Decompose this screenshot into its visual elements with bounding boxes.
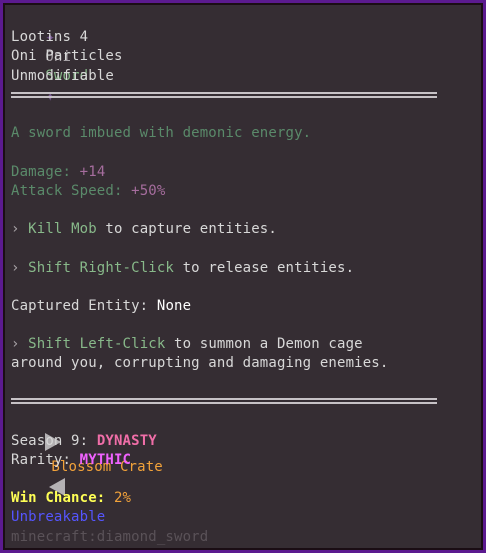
win-chance-value: 2% xyxy=(113,490,132,506)
captured-entity-label: Captured Entity: xyxy=(11,298,149,314)
item-description: A sword imbued with demonic energy. xyxy=(11,125,312,141)
captured-entity-value: None xyxy=(156,298,192,314)
chevron-right-icon: › xyxy=(11,336,29,352)
damage-value: +14 xyxy=(79,164,106,180)
win-chance-line: Win Chance: 2% xyxy=(11,489,131,508)
particles-line: Oni Particles xyxy=(11,48,123,64)
crate-title-row: Blossom Crate xyxy=(11,411,163,496)
captured-entity: Captured Entity: None xyxy=(11,297,191,316)
ability-summon: › Shift Left-Click to summon a Demon cag… xyxy=(11,335,363,354)
damage-label: Damage: xyxy=(11,164,72,180)
unbreakable-line: Unbreakable xyxy=(11,509,106,525)
item-id: minecraft:diamond_sword xyxy=(11,529,209,545)
separator xyxy=(11,92,437,98)
ability-summon-continued: around you, corrupting and damaging enem… xyxy=(11,355,389,371)
season-label: Season 9: xyxy=(11,433,89,449)
ability-text: to capture entities. xyxy=(96,221,277,237)
win-chance-label: Win Chance: xyxy=(11,490,106,506)
rarity-line: Rarity: MYTHIC xyxy=(11,451,131,470)
season-line: Season 9: DYNASTY xyxy=(11,432,157,451)
item-tooltip: ✦ Oni Sword ✦ Lootins 4 Oni Particles Un… xyxy=(0,0,486,553)
rarity-value: MYTHIC xyxy=(79,452,132,468)
damage-stat: Damage: +14 xyxy=(11,163,105,182)
ability-kill-mob: › Kill Mob to capture entities. xyxy=(11,220,277,239)
modifiable-line: Unmodifiable xyxy=(11,68,114,84)
item-title-row: ✦ Oni Sword ✦ xyxy=(11,8,88,105)
attack-speed-value: +50% xyxy=(131,183,166,199)
chevron-right-icon: › xyxy=(11,221,29,237)
ability-text: to release entities. xyxy=(174,260,355,276)
season-value: DYNASTY xyxy=(96,433,157,449)
ability-release: › Shift Right-Click to release entities. xyxy=(11,259,354,278)
attack-speed-stat: Attack Speed: +50% xyxy=(11,182,165,201)
ability-action: Kill Mob xyxy=(28,221,97,237)
attack-speed-label: Attack Speed: xyxy=(11,183,123,199)
ability-action: Shift Left-Click xyxy=(28,336,166,352)
separator xyxy=(11,398,437,404)
ability-action: Shift Right-Click xyxy=(28,260,175,276)
ability-text: to summon a Demon cage xyxy=(165,336,363,352)
enchant-line: Lootins 4 xyxy=(11,29,89,45)
chevron-right-icon: › xyxy=(11,260,29,276)
rarity-label: Rarity: xyxy=(11,452,72,468)
